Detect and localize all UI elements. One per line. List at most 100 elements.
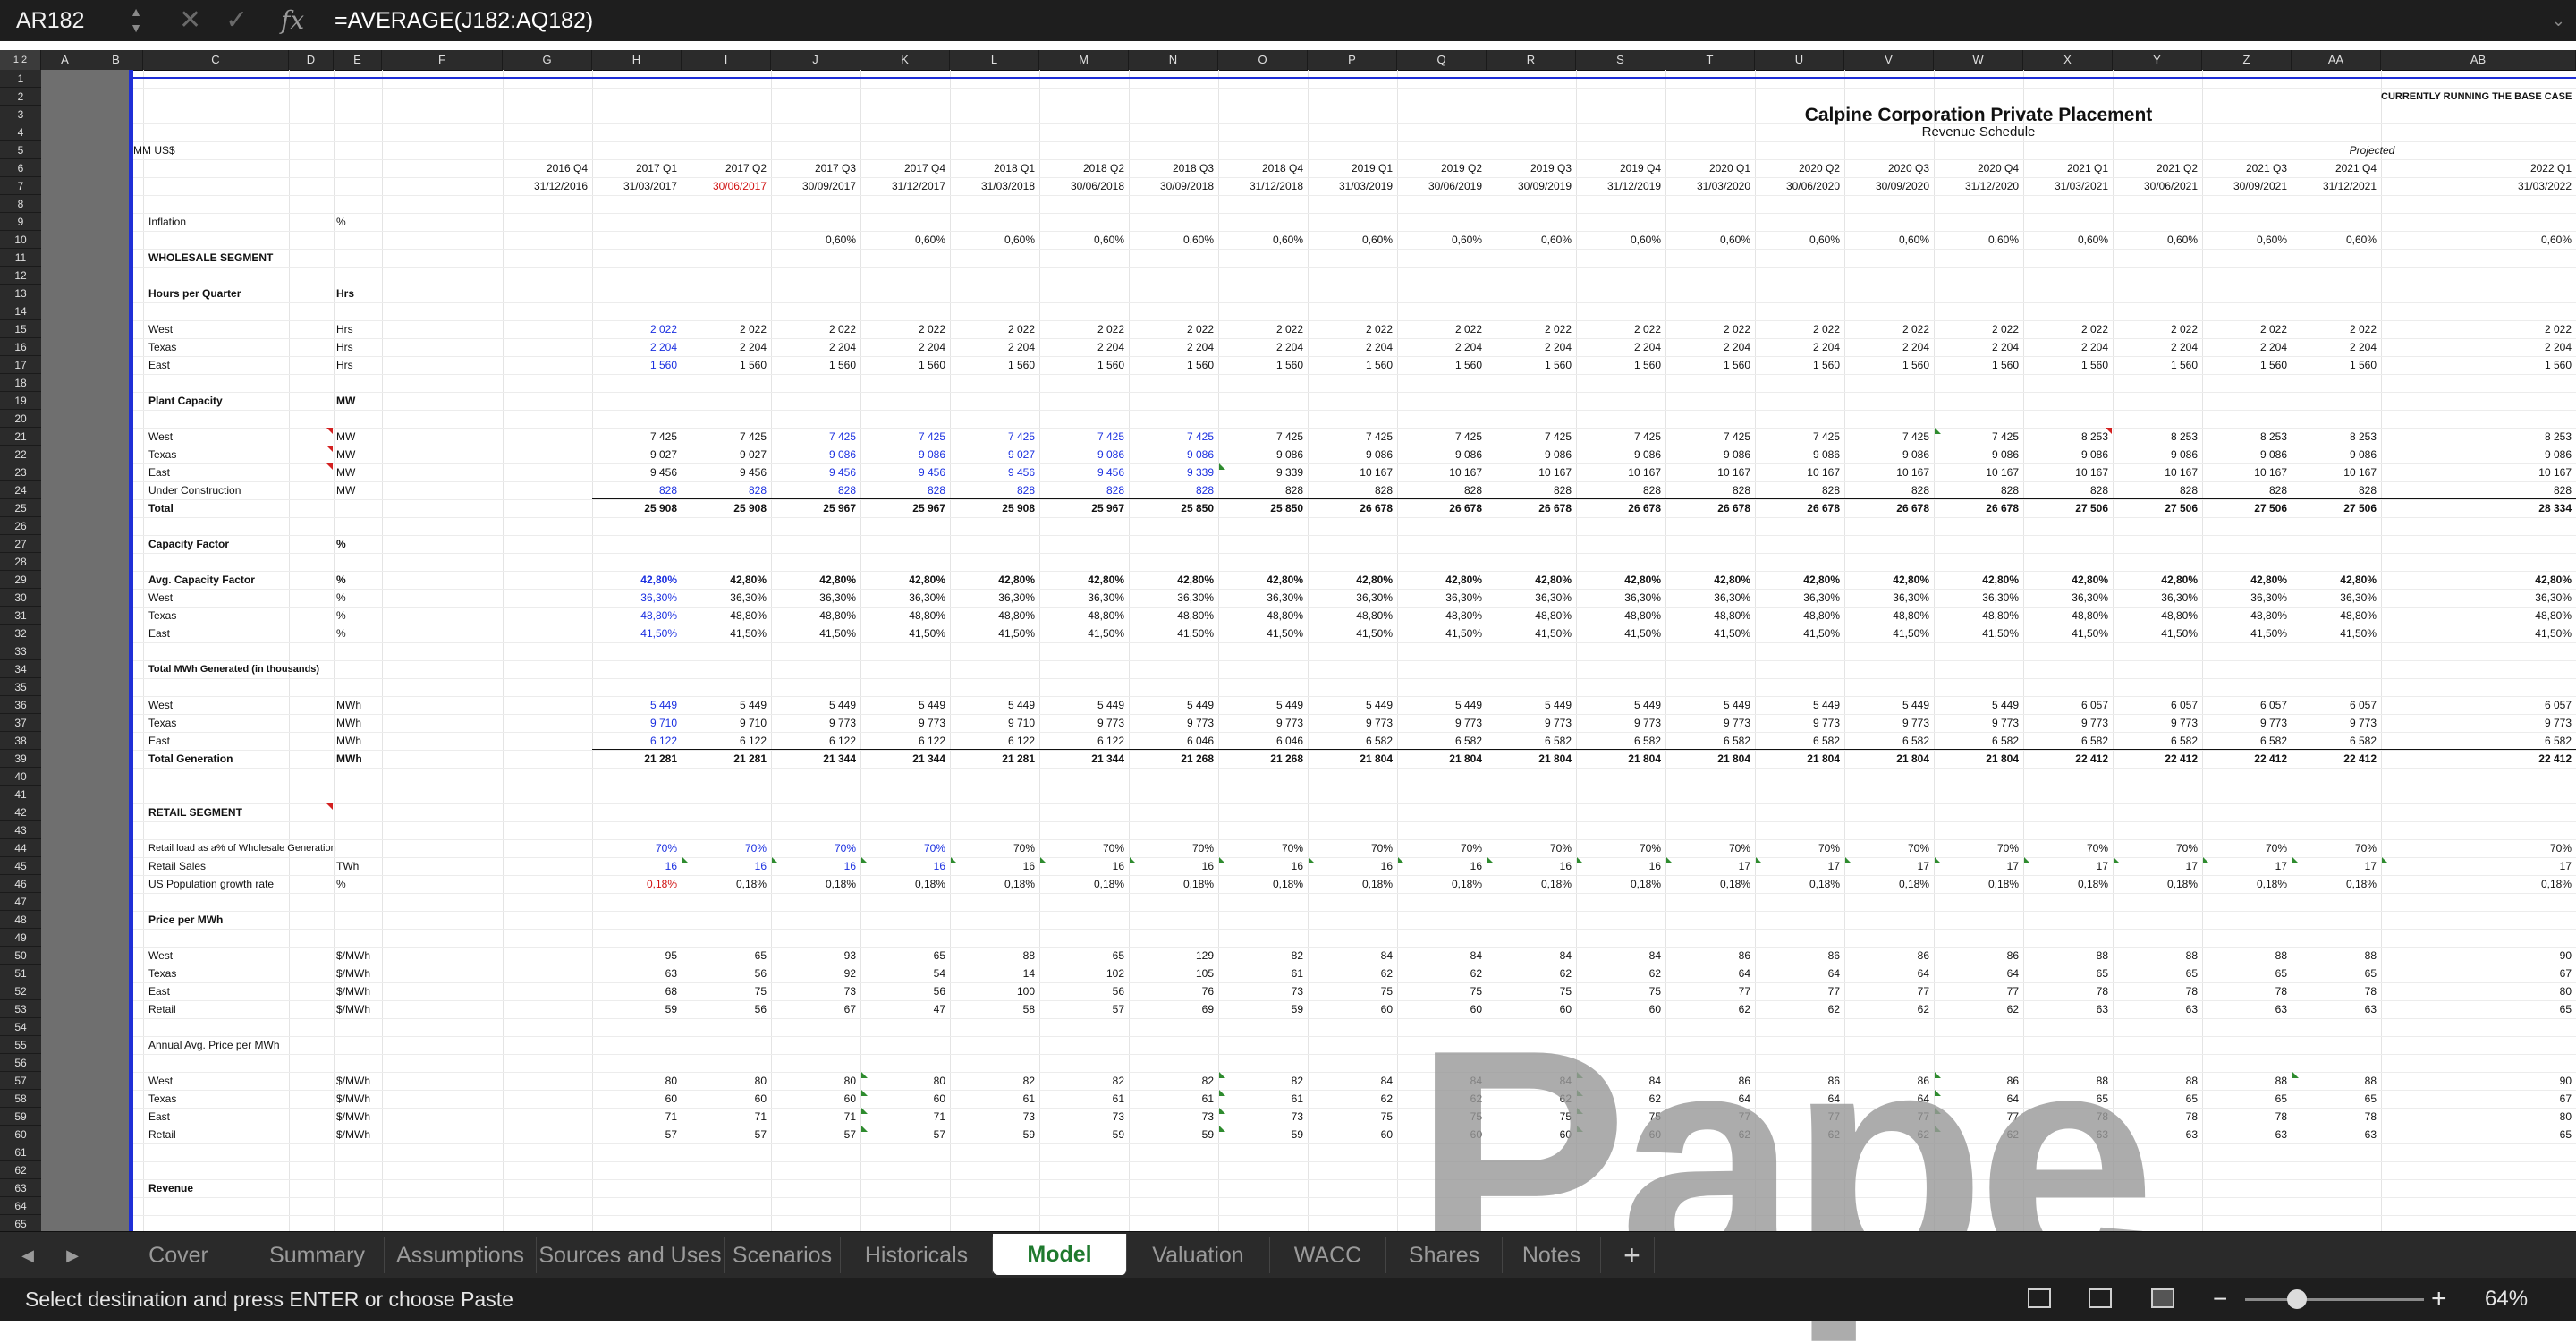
data-cell[interactable]: 1 560: [1936, 356, 2019, 374]
data-cell[interactable]: 5 449: [774, 696, 856, 714]
data-cell[interactable]: 48,80%: [684, 607, 767, 625]
data-cell[interactable]: 59: [953, 1126, 1035, 1143]
data-cell[interactable]: 62: [1936, 1000, 2019, 1018]
data-cell[interactable]: 2 204: [1847, 338, 1929, 356]
data-cell[interactable]: 48,80%: [1758, 607, 1840, 625]
row-header[interactable]: 29: [0, 571, 41, 589]
data-cell[interactable]: 61: [1221, 965, 1303, 982]
data-cell[interactable]: 60: [1310, 1000, 1393, 1018]
row-label[interactable]: Retail: [148, 1000, 176, 1018]
row-label[interactable]: Retail Sales: [148, 857, 206, 875]
data-cell[interactable]: 10 167: [1489, 463, 1572, 481]
data-cell[interactable]: 65: [2294, 965, 2377, 982]
data-cell[interactable]: 6 582: [1847, 732, 1929, 750]
data-cell[interactable]: 78: [2115, 982, 2198, 1000]
column-header-aa[interactable]: AA: [2292, 50, 2381, 70]
data-cell[interactable]: 65: [684, 947, 767, 965]
data-cell[interactable]: 70%: [2115, 839, 2198, 857]
data-cell[interactable]: 64: [1668, 1090, 1750, 1108]
row-label[interactable]: Texas: [148, 446, 176, 463]
data-cell[interactable]: 10 167: [2384, 463, 2572, 481]
data-cell[interactable]: 70%: [2384, 839, 2572, 857]
period-header[interactable]: 2016 Q4: [505, 159, 588, 177]
data-cell[interactable]: 70%: [1042, 839, 1124, 857]
period-header[interactable]: 2020 Q1: [1668, 159, 1750, 177]
data-cell[interactable]: 2 022: [595, 320, 677, 338]
data-cell[interactable]: 62: [1310, 965, 1393, 982]
data-cell[interactable]: 6 057: [2384, 696, 2572, 714]
data-cell[interactable]: 9 773: [2205, 714, 2287, 732]
data-cell[interactable]: 21 804: [1668, 750, 1750, 768]
data-cell[interactable]: 22 412: [2115, 750, 2198, 768]
row-header[interactable]: 19: [0, 392, 41, 410]
data-cell[interactable]: 62: [1579, 965, 1661, 982]
data-cell[interactable]: 70%: [1936, 839, 2019, 857]
data-cell[interactable]: 42,80%: [2384, 571, 2572, 589]
date-header[interactable]: 31/12/2020: [1936, 177, 2019, 195]
expand-formula-icon[interactable]: ⌄: [2552, 0, 2565, 41]
data-cell[interactable]: 48,80%: [1400, 607, 1482, 625]
data-cell[interactable]: 0,18%: [2294, 875, 2377, 893]
data-cell[interactable]: 82: [1131, 1072, 1214, 1090]
data-cell[interactable]: 0,18%: [684, 875, 767, 893]
data-cell[interactable]: 25 908: [953, 499, 1035, 517]
data-cell[interactable]: 1 560: [1310, 356, 1393, 374]
data-cell[interactable]: 8 253: [2205, 428, 2287, 446]
data-cell[interactable]: 22 412: [2026, 750, 2108, 768]
formula-input[interactable]: =AVERAGE(J182:AQ182): [335, 0, 593, 41]
data-cell[interactable]: 42,80%: [863, 571, 945, 589]
date-header[interactable]: 31/12/2021: [2294, 177, 2377, 195]
data-cell[interactable]: 71: [863, 1108, 945, 1126]
data-cell[interactable]: 65: [2205, 1090, 2287, 1108]
row-unit[interactable]: %: [336, 875, 377, 893]
data-cell[interactable]: 8 253: [2294, 428, 2377, 446]
data-cell[interactable]: 6 582: [1579, 732, 1661, 750]
next-sheet-icon[interactable]: ▶: [59, 1237, 86, 1273]
data-cell[interactable]: 5 449: [1668, 696, 1750, 714]
data-cell[interactable]: 21 804: [1489, 750, 1572, 768]
data-cell[interactable]: 36,30%: [595, 589, 677, 607]
row-header[interactable]: 31: [0, 607, 41, 625]
column-header-q[interactable]: Q: [1397, 50, 1487, 70]
column-header-t[interactable]: T: [1665, 50, 1755, 70]
data-cell[interactable]: 36,30%: [2294, 589, 2377, 607]
data-cell[interactable]: 93: [774, 947, 856, 965]
data-cell[interactable]: 7 425: [1758, 428, 1840, 446]
row-label[interactable]: Texas: [148, 714, 176, 732]
row-header[interactable]: 32: [0, 625, 41, 642]
data-cell[interactable]: 95: [595, 947, 677, 965]
zoom-in-button[interactable]: +: [2431, 1278, 2447, 1321]
column-header-c[interactable]: C: [143, 50, 289, 70]
data-cell[interactable]: 58: [953, 1000, 1035, 1018]
data-cell[interactable]: 60: [1400, 1126, 1482, 1143]
sheet-tab-shares[interactable]: Shares: [1386, 1237, 1503, 1273]
data-cell[interactable]: 82: [1221, 1072, 1303, 1090]
data-cell[interactable]: 61: [953, 1090, 1035, 1108]
data-cell[interactable]: 86: [1668, 1072, 1750, 1090]
sheet-tab-scenarios[interactable]: Scenarios: [724, 1237, 841, 1273]
data-cell[interactable]: 9 086: [1042, 446, 1124, 463]
row-label[interactable]: East: [148, 1108, 170, 1126]
data-cell[interactable]: 5 449: [1221, 696, 1303, 714]
data-cell[interactable]: 2 204: [1936, 338, 2019, 356]
data-cell[interactable]: 100: [953, 982, 1035, 1000]
data-cell[interactable]: 5 449: [595, 696, 677, 714]
row-unit[interactable]: %: [336, 589, 377, 607]
data-cell[interactable]: 0,18%: [1847, 875, 1929, 893]
data-cell[interactable]: 7 425: [1131, 428, 1214, 446]
period-header[interactable]: 2017 Q3: [774, 159, 856, 177]
row-label[interactable]: West: [148, 1072, 173, 1090]
data-cell[interactable]: 9 773: [1310, 714, 1393, 732]
row-header[interactable]: 40: [0, 768, 41, 786]
data-cell[interactable]: 36,30%: [1668, 589, 1750, 607]
data-cell[interactable]: 75: [1579, 982, 1661, 1000]
data-cell[interactable]: 9 456: [1042, 463, 1124, 481]
data-cell[interactable]: 67: [774, 1000, 856, 1018]
data-cell[interactable]: 17: [1936, 857, 2019, 875]
data-cell[interactable]: 42,80%: [2115, 571, 2198, 589]
data-cell[interactable]: 2 204: [953, 338, 1035, 356]
data-cell[interactable]: 2 022: [863, 320, 945, 338]
data-cell[interactable]: 25 850: [1221, 499, 1303, 517]
row-label[interactable]: Hours per Quarter: [148, 285, 241, 302]
data-cell[interactable]: 9 456: [953, 463, 1035, 481]
